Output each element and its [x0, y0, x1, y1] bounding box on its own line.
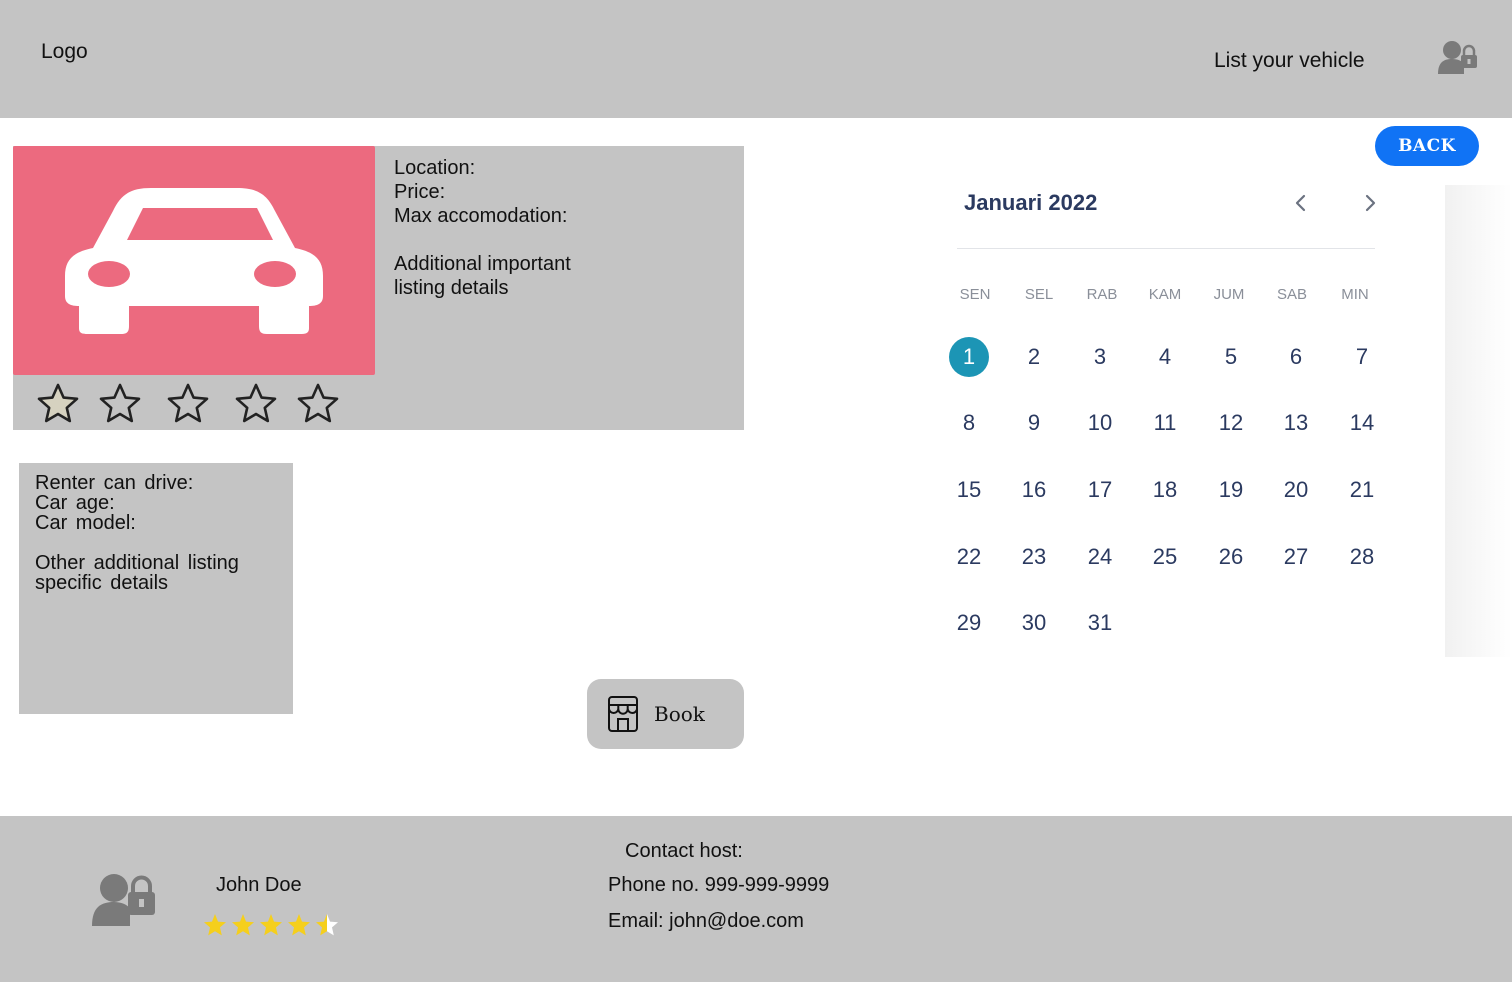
rating-star-icon [232, 914, 254, 936]
calendar-day[interactable]: 15 [947, 468, 991, 512]
price-label: Price: [394, 181, 446, 203]
listing-info: Location: Price: Max accomodation: Addit… [394, 156, 571, 300]
star-outline-icon[interactable] [36, 382, 80, 426]
calendar-day[interactable]: 4 [1143, 335, 1187, 379]
calendar-day[interactable]: 18 [1143, 468, 1187, 512]
additional-details-line2: listing details [394, 277, 509, 299]
user-lock-icon[interactable] [1436, 40, 1482, 76]
rating-star-icon [316, 914, 338, 936]
book-button[interactable]: Book [587, 679, 744, 749]
additional-details-line1: Additional important [394, 253, 571, 275]
calendar-day[interactable]: 13 [1274, 401, 1318, 445]
car-age-label: Car age: [35, 492, 115, 514]
calendar-day[interactable]: 23 [1012, 535, 1056, 579]
calendar-day[interactable]: 21 [1340, 468, 1384, 512]
logo[interactable]: Logo [41, 40, 88, 64]
calendar-day[interactable]: 6 [1274, 335, 1318, 379]
calendar: Januari 2022 SEN SEL RAB KAM JUM SAB MIN 1 2 3 4 5 6… [909, 185, 1445, 657]
list-your-vehicle-link[interactable]: List your vehicle [1214, 49, 1365, 73]
weekday-label: JUM [1213, 286, 1245, 303]
weekday-label: KAM [1148, 286, 1182, 303]
weekday-label: RAB [1086, 286, 1118, 303]
calendar-day[interactable]: 8 [947, 401, 991, 445]
weekday-label: SAB [1276, 286, 1307, 303]
max-accommodation-label: Max accomodation: [394, 205, 568, 227]
book-label: Book [654, 702, 705, 726]
calendar-day[interactable]: 3 [1078, 335, 1122, 379]
rating-star-icon [204, 914, 226, 936]
star-outline-icon[interactable] [166, 382, 210, 426]
other-details-line2: specific details [35, 572, 169, 594]
calendar-day[interactable]: 28 [1340, 535, 1384, 579]
weekday-label: MIN [1341, 286, 1369, 303]
calendar-day[interactable]: 17 [1078, 468, 1122, 512]
calendar-day[interactable]: 5 [1209, 335, 1253, 379]
calendar-day[interactable]: 20 [1274, 468, 1318, 512]
calendar-day[interactable]: 12 [1209, 401, 1253, 445]
car-image [13, 146, 375, 375]
other-details-line1: Other additional listing [35, 552, 239, 574]
host-email[interactable]: Email: john@doe.com [608, 910, 804, 933]
calendar-day[interactable]: 30 [1012, 601, 1056, 645]
calendar-month-title: Januari 2022 [964, 190, 1098, 215]
car-model-label: Car model: [35, 512, 136, 534]
star-outline-icon[interactable] [98, 382, 142, 426]
calendar-day[interactable]: 16 [1012, 468, 1056, 512]
calendar-day[interactable]: 2 [1012, 335, 1056, 379]
chevron-left-icon[interactable] [1289, 191, 1313, 215]
calendar-day[interactable]: 25 [1143, 535, 1187, 579]
header: Logo List your vehicle [0, 0, 1512, 118]
rating-star-icon [260, 914, 282, 936]
calendar-day[interactable]: 27 [1274, 535, 1318, 579]
host-rating [203, 911, 343, 939]
calendar-day[interactable]: 19 [1209, 468, 1253, 512]
calendar-day[interactable]: 31 [1078, 601, 1122, 645]
calendar-day[interactable]: 7 [1340, 335, 1384, 379]
calendar-day[interactable]: 22 [947, 535, 991, 579]
details-text: Renter can drive: Car age: Car model: Ot… [35, 473, 239, 593]
store-icon [608, 696, 638, 732]
location-label: Location: [394, 157, 476, 179]
calendar-shadow [1445, 185, 1512, 657]
contact-host-label: Contact host: [625, 840, 743, 862]
calendar-day[interactable]: 29 [947, 601, 991, 645]
calendar-day[interactable]: 24 [1078, 535, 1122, 579]
calendar-day[interactable]: 26 [1209, 535, 1253, 579]
chevron-right-icon[interactable] [1358, 191, 1382, 215]
weekday-label: SEL [1024, 286, 1054, 303]
calendar-day[interactable]: 14 [1340, 401, 1384, 445]
calendar-day[interactable]: 1 [949, 337, 989, 377]
calendar-day[interactable]: 11 [1143, 401, 1187, 445]
star-outline-icon[interactable] [296, 382, 340, 426]
star-outline-icon[interactable] [234, 382, 278, 426]
user-lock-icon [90, 872, 156, 928]
calendar-divider [957, 248, 1375, 249]
renter-can-drive-label: Renter can drive: [35, 472, 194, 494]
car-icon [65, 188, 323, 334]
calendar-day[interactable]: 9 [1012, 401, 1056, 445]
host-name: John Doe [216, 874, 302, 896]
calendar-day[interactable]: 10 [1078, 401, 1122, 445]
weekday-label: SEN [959, 286, 991, 303]
rating-star-icon [288, 914, 310, 936]
footer [0, 816, 1512, 982]
back-button[interactable]: BACK [1375, 126, 1479, 166]
host-phone[interactable]: Phone no. 999-999-9999 [608, 874, 829, 897]
